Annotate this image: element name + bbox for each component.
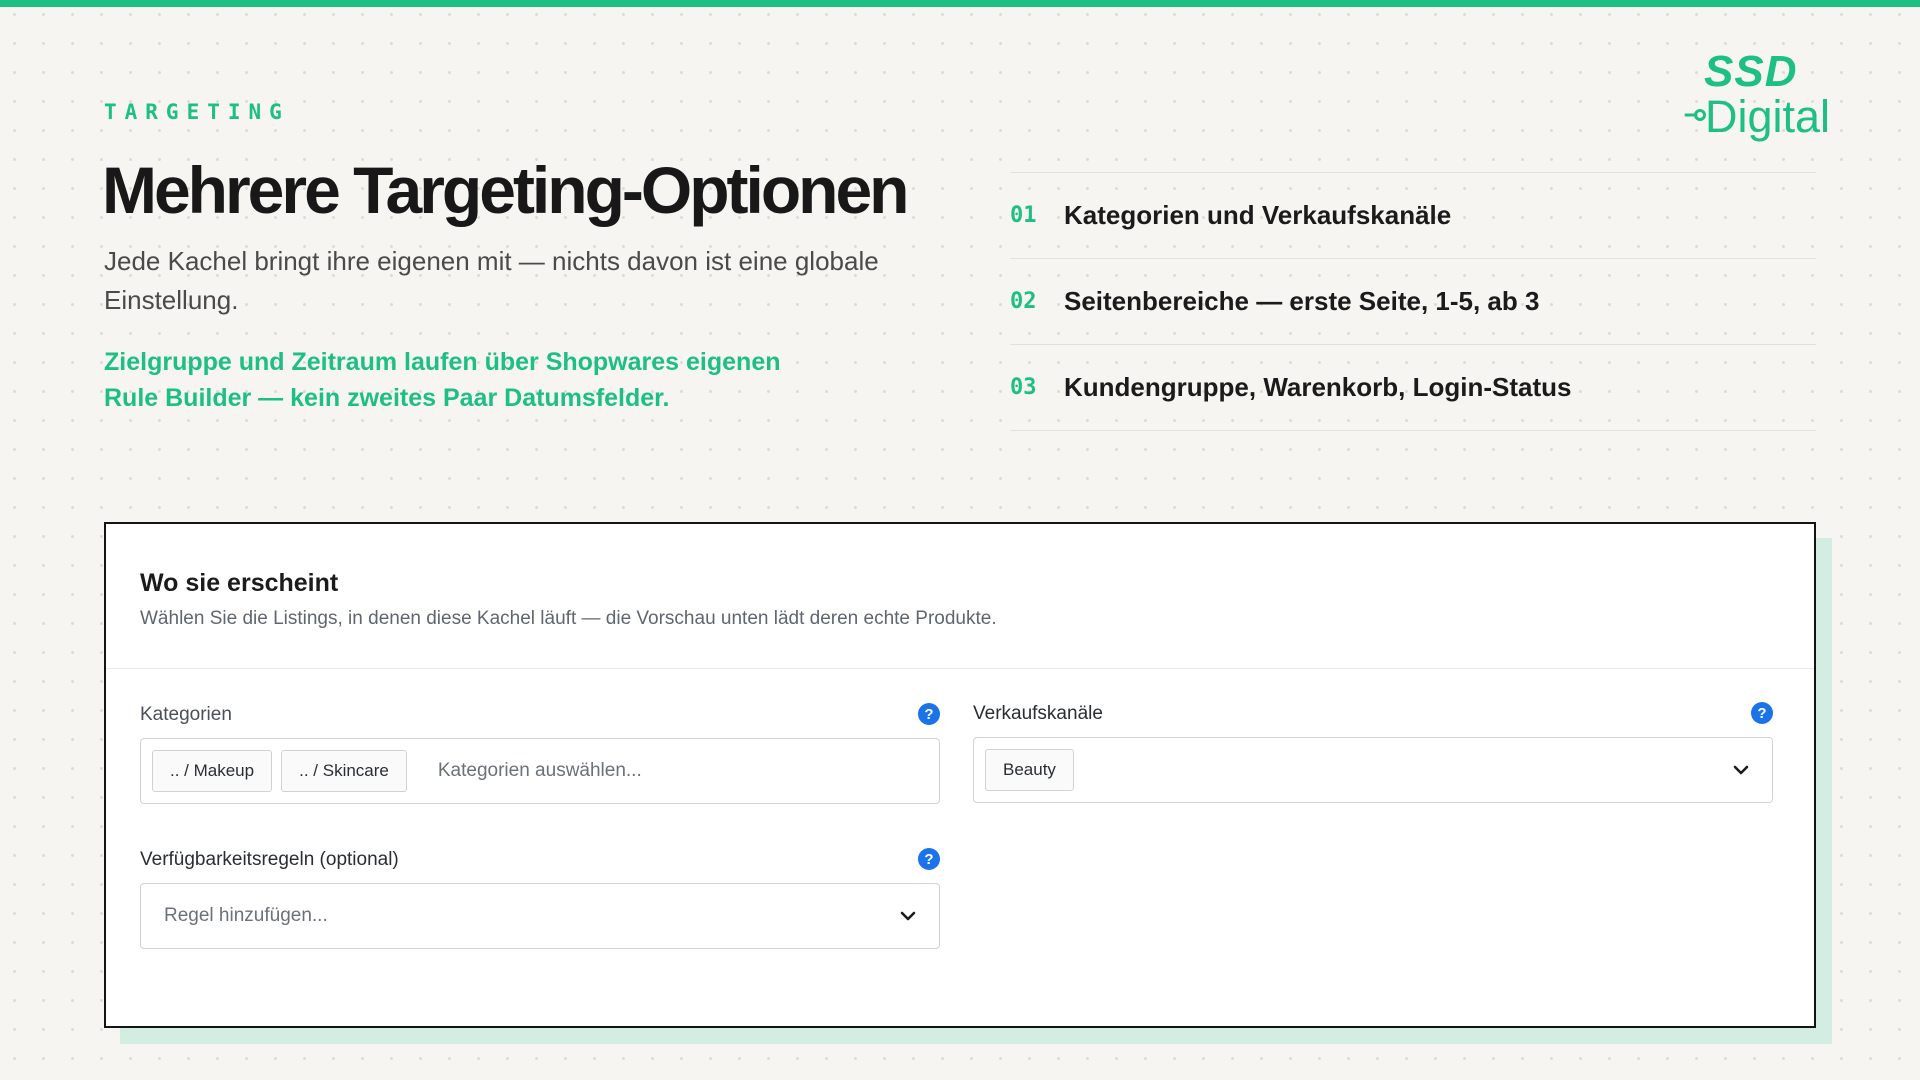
feature-text: Kundengruppe, Warenkorb, Login-Status [1064,372,1572,402]
feature-number: 03 [1010,375,1037,400]
question-circle-icon[interactable]: ? [1751,702,1773,724]
chevron-down-icon[interactable] [1732,764,1750,776]
feature-item: 02 Seitenbereiche — erste Seite, 1-5, ab… [1010,258,1816,344]
question-circle-icon[interactable]: ? [918,703,940,725]
question-circle-icon[interactable]: ? [918,848,940,870]
sales-channels-label: Verkaufskanäle [973,703,1103,724]
feature-list: 01 Kategorien und Verkaufskanäle 02 Seit… [1010,172,1816,431]
sales-channels-select[interactable]: Beauty [973,737,1773,803]
availability-rules-select[interactable]: Regel hinzufügen... [140,883,940,949]
logo-line-2: Digital [1705,91,1830,142]
category-chip-makeup[interactable]: .. / Makeup [152,750,273,792]
category-chip-skincare[interactable]: .. / Skincare [281,750,407,792]
feature-text: Kategorien und Verkaufskanäle [1064,200,1452,230]
sales-channel-chip-beauty[interactable]: Beauty [985,749,1074,791]
feature-number: 01 [1010,203,1037,228]
page-subtitle: Jede Kachel bringt ihre eigenen mit — ni… [104,246,879,315]
categories-multiselect[interactable]: .. / Makeup .. / Skincare Kategorien aus… [140,738,940,804]
brand-logo-graphic: SSD Digital [1684,47,1830,142]
availability-rules-label: Verfügbarkeitsregeln (optional) [140,849,399,870]
top-accent-bar [0,0,1920,7]
feature-item: 03 Kundengruppe, Warenkorb, Login-Status [1010,344,1816,431]
categories-label: Kategorien [140,704,232,725]
card-description: Wählen Sie die Listings, in denen diese … [140,608,997,629]
section-eyebrow: TARGETING [104,100,290,124]
placement-settings-card: Wo sie erscheint Wählen Sie die Listings… [104,522,1816,1028]
feature-item: 01 Kategorien und Verkaufskanäle [1010,172,1816,258]
availability-rules-placeholder[interactable]: Regel hinzufügen... [164,905,328,927]
card-title: Wo sie erscheint [140,569,339,597]
brand-logo: SSD Digital [1682,44,1848,142]
categories-placeholder[interactable]: Kategorien auswählen... [438,760,642,782]
logo-line-1: SSD [1704,47,1797,96]
chevron-down-icon[interactable] [899,910,917,922]
page-title: Mehrere Targeting-Optionen [102,153,909,227]
plug-icon [1684,109,1706,121]
feature-text: Seitenbereiche — erste Seite, 1-5, ab 3 [1064,286,1540,316]
feature-number: 02 [1010,289,1037,314]
card-header: Wo sie erscheint Wählen Sie die Listings… [106,524,1814,669]
highlight-note: Zielgruppe und Zeitraum laufen über Shop… [104,348,781,412]
